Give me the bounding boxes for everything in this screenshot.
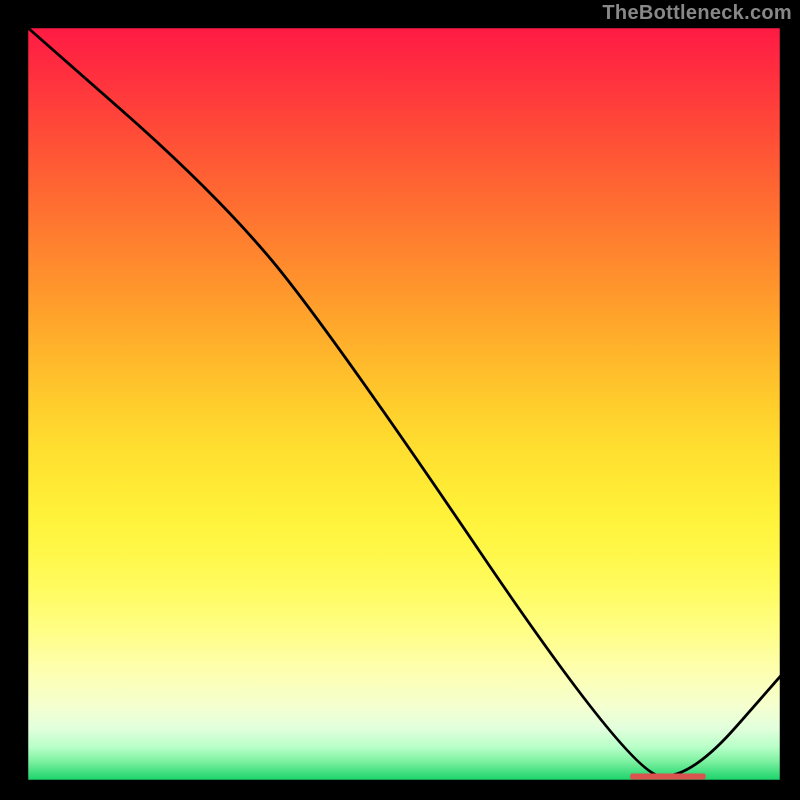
watermark-text: TheBottleneck.com (602, 2, 792, 25)
chart-container (0, 0, 800, 800)
chart-svg (0, 0, 800, 800)
optimal-range-marker (630, 774, 705, 780)
gradient-background (27, 27, 781, 781)
